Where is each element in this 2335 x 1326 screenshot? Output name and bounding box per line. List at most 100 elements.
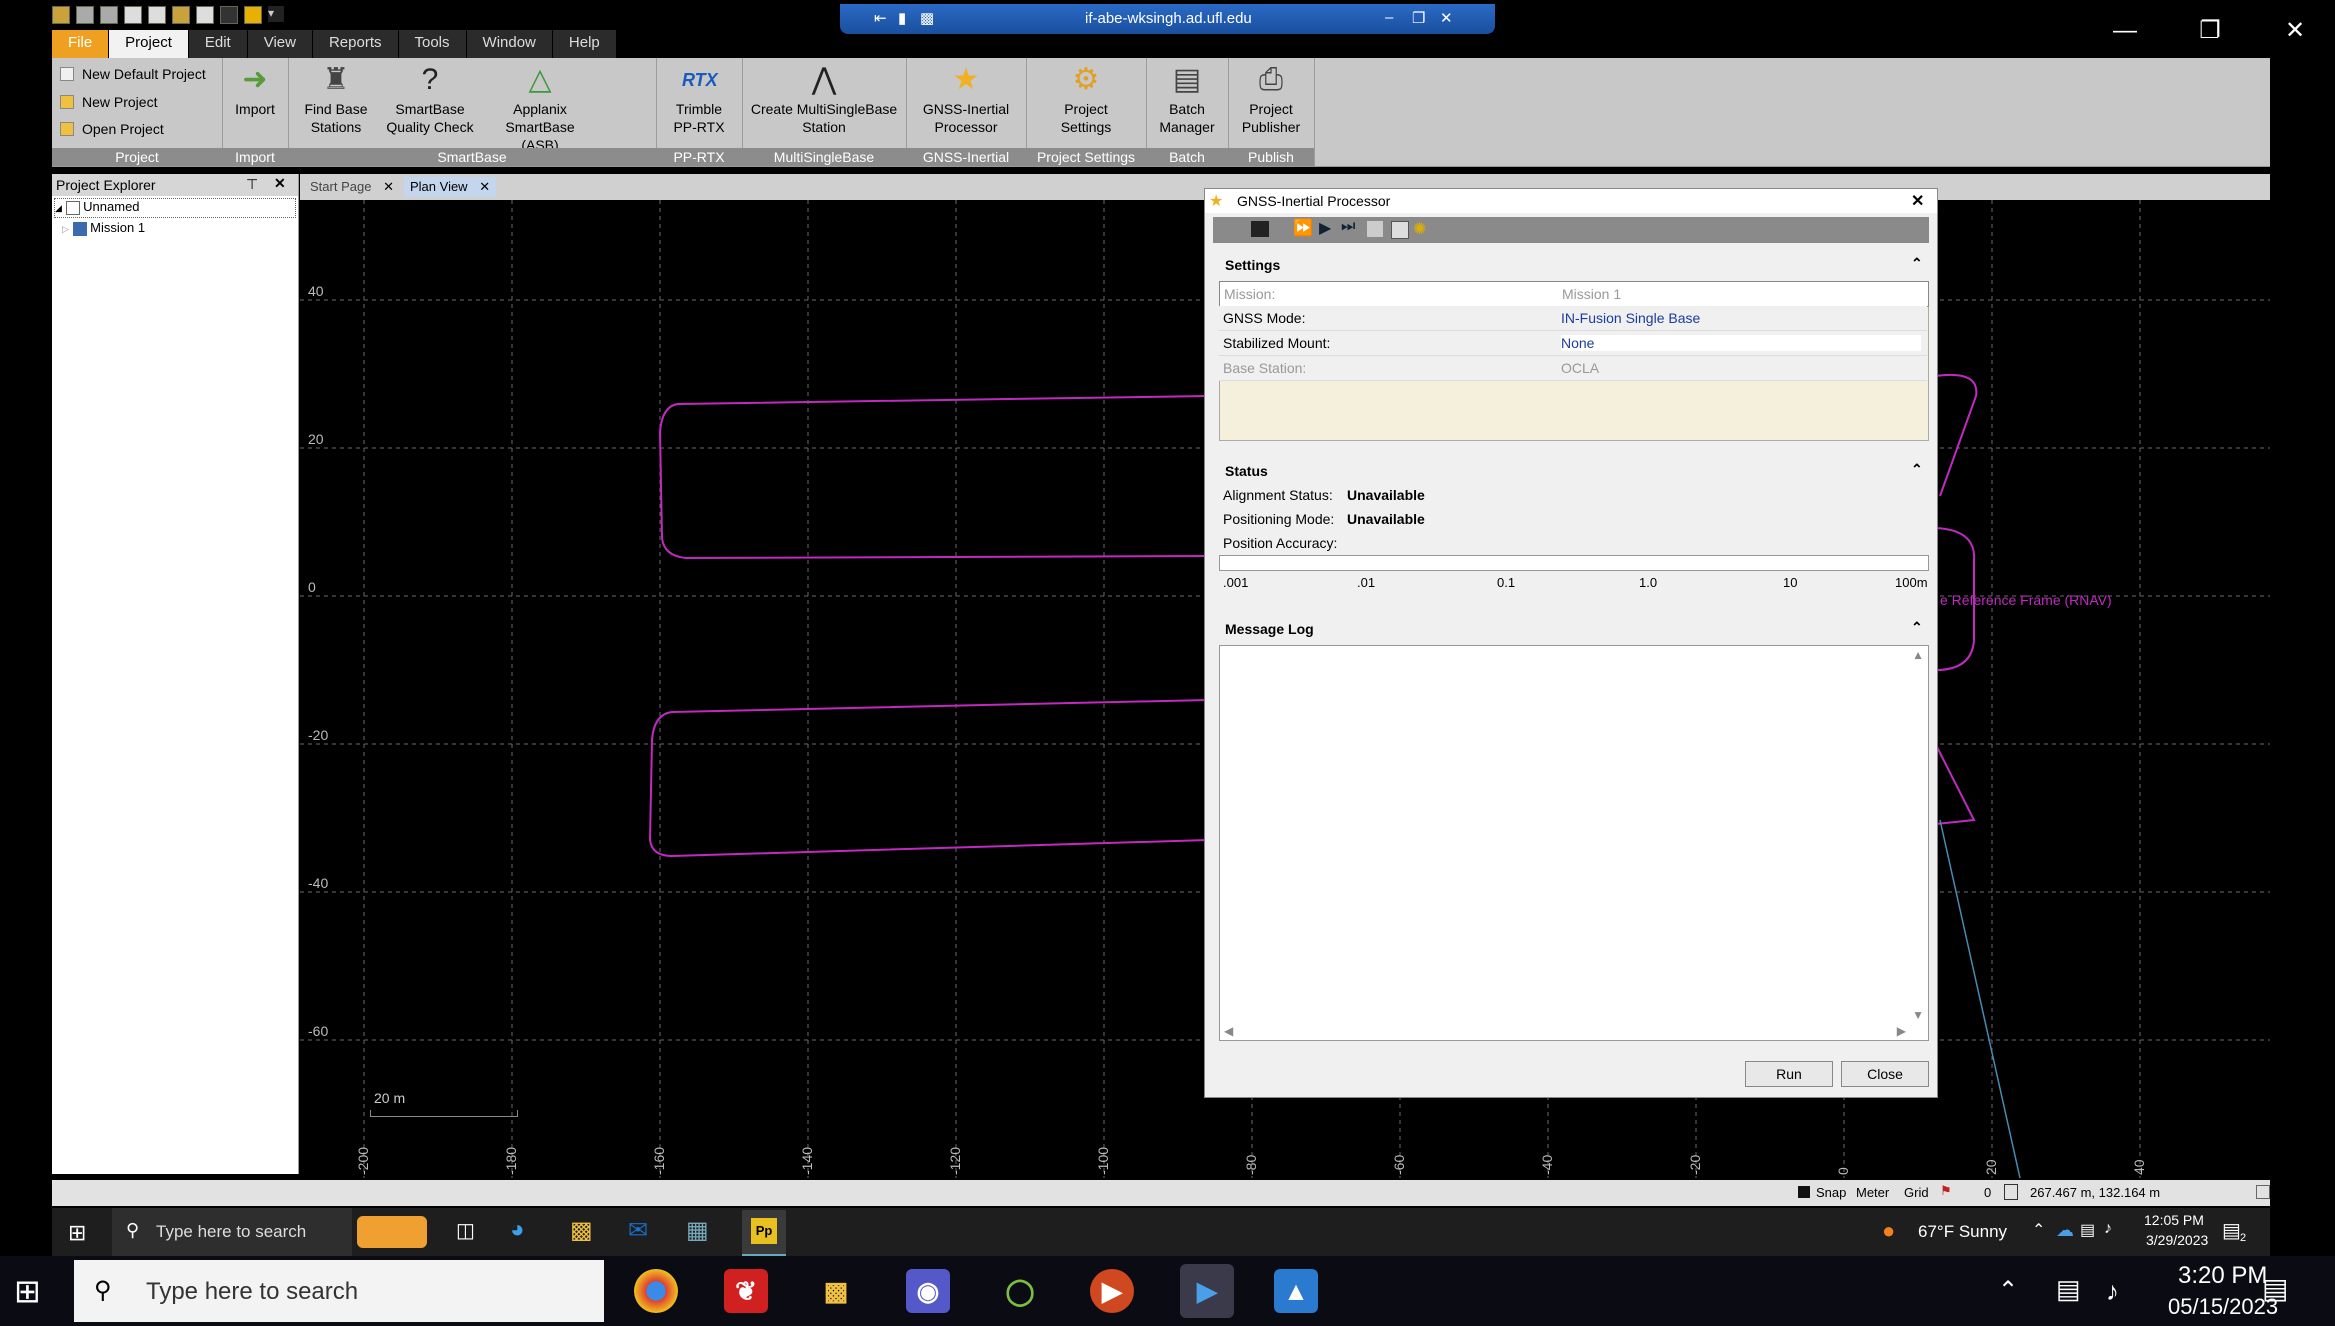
new-project-button[interactable]: New Project	[60, 94, 157, 110]
onedrive-icon[interactable]: ☁	[2056, 1220, 2074, 1241]
remote-desktop-icon[interactable]: ▶	[1180, 1264, 1234, 1318]
tray-chevron-icon[interactable]: ⌃	[1998, 1276, 2018, 1305]
collapse-icon[interactable]: ⌃	[1911, 461, 1923, 478]
menu-window[interactable]: Window	[466, 30, 552, 58]
play-icon[interactable]: ▶	[1319, 218, 1331, 238]
grid-label[interactable]: Grid	[1904, 1185, 1929, 1200]
photos-icon[interactable]: ▲	[1274, 1269, 1318, 1313]
skip-icon[interactable]: ⏭	[1341, 218, 1355, 236]
network-icon[interactable]: ▤	[2056, 1274, 2081, 1305]
menu-reports[interactable]: Reports	[312, 30, 398, 58]
chrome-icon[interactable]	[634, 1269, 678, 1313]
remote-clock-date[interactable]: 3/29/2023	[2146, 1232, 2208, 1248]
meter-label[interactable]: Meter	[1856, 1185, 1889, 1200]
setting-row-base-station[interactable]: Base Station: OCLA	[1219, 356, 1927, 381]
settings-icon[interactable]: ✺	[1413, 219, 1426, 239]
search-highlight-icon[interactable]	[357, 1216, 427, 1248]
redo-icon[interactable]	[100, 6, 118, 24]
remote-search-box[interactable]: ⚲ Type here to search	[112, 1208, 352, 1256]
measure-icon[interactable]	[2004, 1184, 2018, 1200]
tab-plan-view[interactable]: Plan View ✕	[404, 177, 497, 197]
scroll-up-icon[interactable]: ▲	[1912, 648, 1924, 662]
document-icon[interactable]	[196, 6, 214, 24]
teams-icon[interactable]: ◉	[906, 1269, 950, 1313]
import-button[interactable]: ➜ Import	[228, 62, 282, 118]
volume-icon[interactable]: ♪	[2106, 1276, 2119, 1307]
menu-edit[interactable]: Edit	[188, 30, 247, 58]
menu-help[interactable]: Help	[552, 30, 616, 58]
close-icon[interactable]: ✕	[479, 179, 490, 194]
outlook-icon[interactable]: ✉	[628, 1216, 648, 1245]
remote-restore-icon[interactable]: ❐	[1412, 9, 1425, 27]
qgis-icon[interactable]: ◯	[998, 1269, 1042, 1313]
new-default-project-button[interactable]: New Default Project	[60, 66, 206, 82]
save-icon[interactable]	[148, 6, 166, 24]
notification-icon[interactable]: ▤	[2262, 1272, 2288, 1305]
close-icon[interactable]: ✕	[274, 175, 286, 192]
export-icon[interactable]	[1367, 221, 1383, 237]
flag-icon[interactable]: ⚑	[1940, 1183, 1952, 1199]
tree-expand-icon[interactable]: ◢	[55, 203, 62, 213]
close-icon[interactable]: ✕	[1911, 191, 1924, 211]
new-file-icon[interactable]	[124, 6, 142, 24]
grid-icon[interactable]	[244, 6, 262, 24]
tree-expand-icon[interactable]: ▷	[62, 224, 69, 234]
network-icon[interactable]: ▤	[2080, 1220, 2095, 1240]
dialog-title-bar[interactable]: ★ GNSS-Inertial Processor ✕	[1205, 189, 1937, 213]
project-publisher-button[interactable]: ⎙ Project Publisher	[1234, 62, 1308, 136]
scroll-left-icon[interactable]: ◀	[1224, 1024, 1233, 1038]
setting-row-stabilized-mount[interactable]: Stabilized Mount: None	[1219, 331, 1927, 356]
remote-minimize-icon[interactable]: –	[1385, 9, 1393, 26]
undo-icon[interactable]	[76, 6, 94, 24]
run-button[interactable]: Run	[1745, 1061, 1833, 1087]
applanix-smartbase-button[interactable]: △ Applanix SmartBase (ASB)	[486, 62, 594, 154]
powerpoint-icon[interactable]: ▶	[1090, 1269, 1134, 1313]
close-button[interactable]: Close	[1841, 1061, 1929, 1087]
file-explorer-icon[interactable]: ▩	[570, 1216, 593, 1245]
edge-icon[interactable]: ◕	[510, 1216, 525, 1244]
settings-section-header[interactable]: Settings ⌃	[1213, 253, 1929, 279]
window-icon[interactable]	[1391, 221, 1409, 239]
windows-start-icon[interactable]: ⊞	[14, 1272, 41, 1310]
task-view-icon[interactable]: ◫	[456, 1218, 475, 1243]
open-project-button[interactable]: Open Project	[60, 121, 164, 137]
local-clock-time[interactable]: 3:20 PM	[2178, 1262, 2267, 1290]
minimize-icon[interactable]: —	[2090, 6, 2160, 56]
trimble-pprtx-button[interactable]: RTX Trimble PP-RTX	[662, 62, 736, 136]
remote-clock-time[interactable]: 12:05 PM	[2144, 1212, 2204, 1228]
gear-icon[interactable]	[172, 6, 190, 24]
open-log-icon[interactable]	[1251, 221, 1269, 237]
scroll-right-icon[interactable]: ▶	[1897, 1024, 1906, 1038]
create-multisinglebase-button[interactable]: ⋀ Create MultiSingleBase Station	[746, 62, 902, 136]
tree-node-root[interactable]: ◢ Unnamed	[54, 198, 296, 218]
scroll-down-icon[interactable]: ▼	[1912, 1008, 1924, 1022]
fast-forward-icon[interactable]: ⏩	[1293, 218, 1313, 238]
resize-grip-icon[interactable]	[2256, 1185, 2270, 1199]
close-icon[interactable]: ✕	[383, 179, 394, 194]
menu-project[interactable]: Project	[109, 30, 188, 58]
tray-chevron-icon[interactable]: ⌃	[2032, 1220, 2045, 1240]
menu-view[interactable]: View	[247, 30, 312, 58]
snap-checkbox[interactable]	[1798, 1186, 1810, 1198]
close-icon[interactable]: ✕	[2260, 6, 2330, 56]
menu-tools[interactable]: Tools	[398, 30, 466, 58]
restore-icon[interactable]: ❐	[2175, 6, 2245, 56]
local-search-box[interactable]: ⚲ Type here to search	[74, 1260, 604, 1322]
setting-row-mission[interactable]: Mission: Mission 1	[1219, 281, 1929, 307]
acrobat-icon[interactable]: ❦	[724, 1269, 768, 1313]
window-icon[interactable]	[220, 6, 238, 24]
smartbase-quality-check-button[interactable]: ? SmartBase Quality Check	[380, 62, 480, 136]
pospac-app-icon[interactable]: Pp	[742, 1210, 786, 1257]
volume-icon[interactable]: ♪	[2104, 1220, 2112, 1238]
notification-icon[interactable]: ▤	[2222, 1218, 2241, 1243]
tab-start-page[interactable]: Start Page ✕	[304, 177, 400, 197]
file-explorer-icon[interactable]: ▩	[814, 1269, 858, 1313]
find-base-stations-button[interactable]: ♜ Find Base Stations	[296, 62, 376, 136]
pin-icon[interactable]: ⊤	[246, 176, 258, 193]
network-app-icon[interactable]: ▦	[686, 1216, 709, 1245]
menu-file[interactable]: File	[52, 30, 109, 58]
gnss-inertial-processor-button[interactable]: ★ GNSS-Inertial Processor	[912, 62, 1020, 136]
status-section-header[interactable]: Status ⌃	[1213, 459, 1929, 485]
pin-icon[interactable]: ⇤	[874, 9, 887, 27]
customize-icon[interactable]: ▾	[268, 6, 284, 22]
